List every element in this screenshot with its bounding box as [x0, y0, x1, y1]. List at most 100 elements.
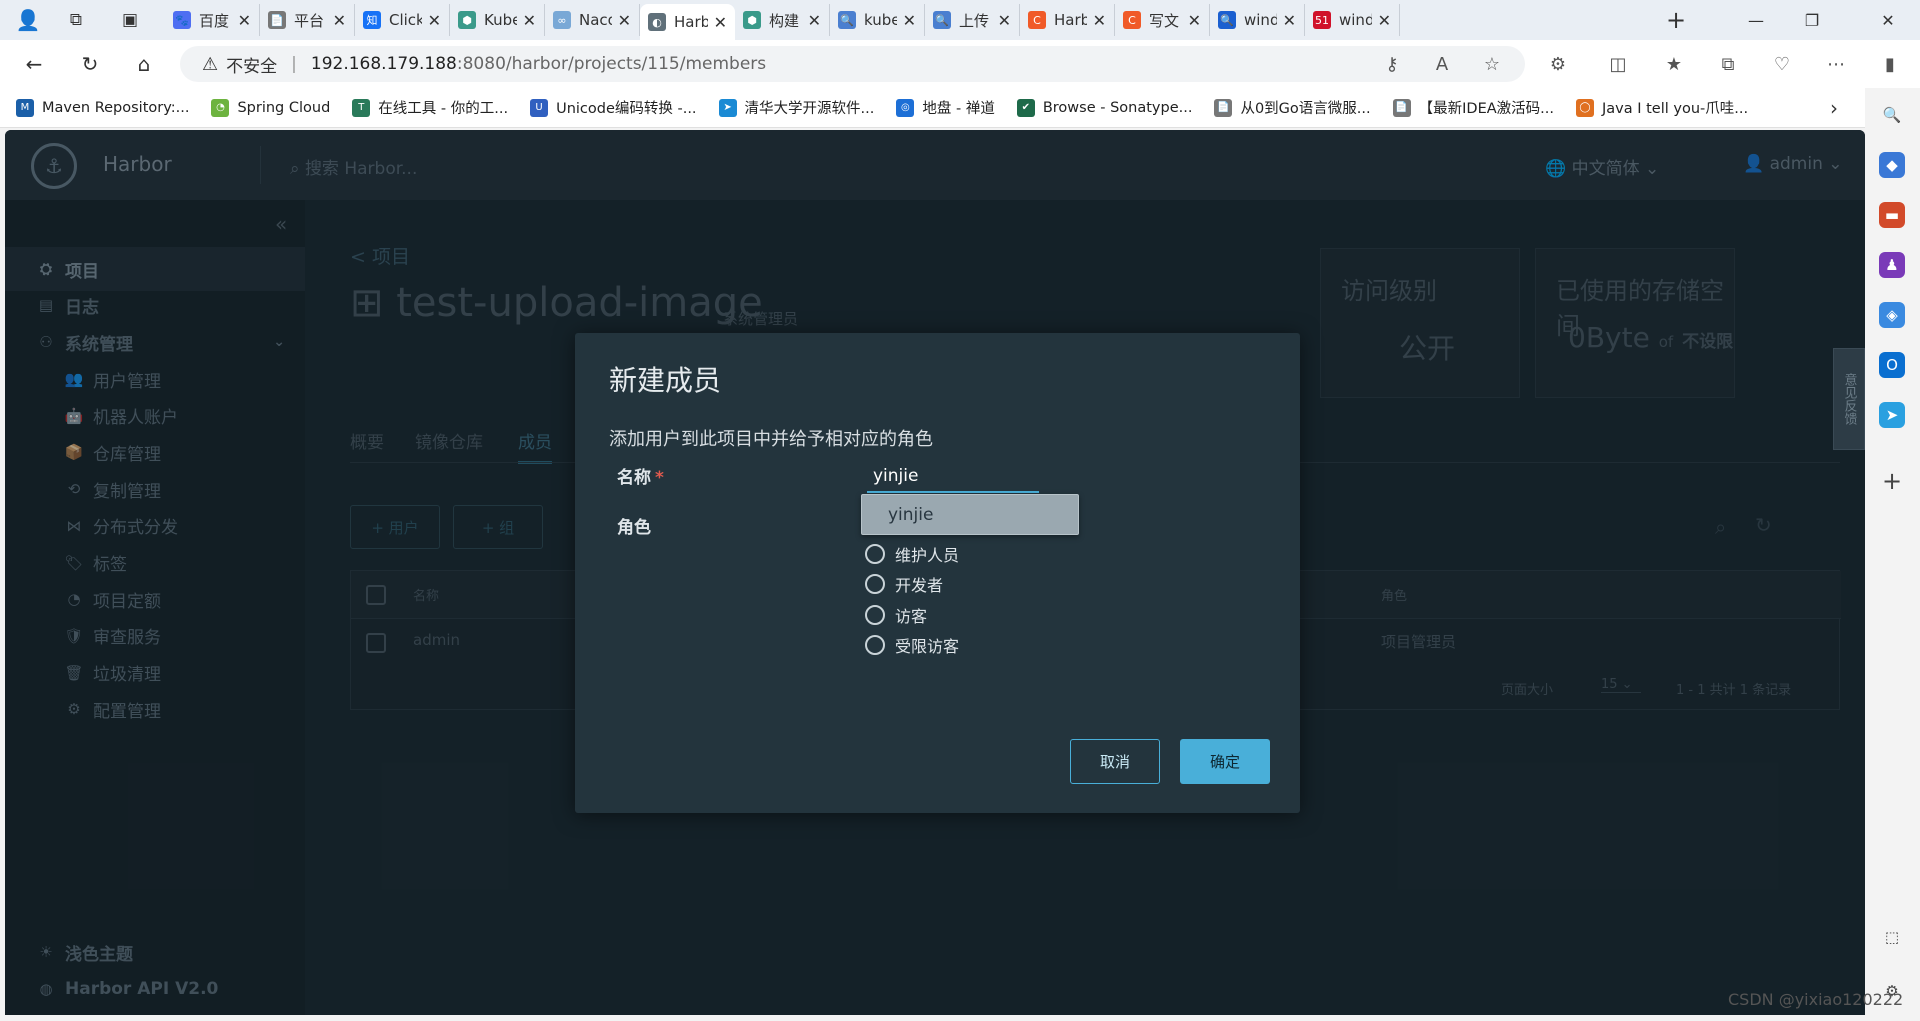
sidebar-toggle-icon[interactable]: ▮	[1872, 46, 1908, 82]
home-icon[interactable]: ⌂	[126, 48, 162, 80]
favorites-icon[interactable]: ★	[1656, 46, 1692, 82]
favorite-star-icon[interactable]: ☆	[1474, 46, 1510, 82]
role-radio[interactable]	[865, 604, 885, 625]
browser-tab[interactable]: 知 Click ✕	[355, 4, 450, 36]
search-icon[interactable]: 🔍	[1879, 102, 1905, 128]
restore-icon[interactable]: ❐	[1784, 0, 1840, 40]
role-option[interactable]: 开发者	[865, 572, 943, 596]
send-icon[interactable]: ➤	[1879, 402, 1905, 428]
browser-tab[interactable]: C Harb ✕	[1020, 4, 1115, 36]
outlook-icon[interactable]: O	[1879, 352, 1905, 378]
bookmark-item[interactable]: ➤ 清华大学开源软件...	[718, 97, 874, 118]
tab-title: 平台	[294, 11, 325, 30]
close-tab-icon[interactable]: ✕	[523, 11, 536, 30]
minimize-icon[interactable]: —	[1728, 0, 1784, 40]
required-mark: *	[655, 468, 664, 488]
feedback-tab[interactable]: 意见反馈	[1833, 348, 1865, 450]
role-radio[interactable]	[865, 635, 885, 655]
tab-favicon-icon: 📄	[268, 11, 286, 29]
performance-icon[interactable]: ♡	[1764, 46, 1800, 82]
bookmark-item[interactable]: T 在线工具 - 你的工...	[352, 97, 508, 118]
back-icon[interactable]: ←	[16, 48, 52, 80]
copilot-icon[interactable]: ◈	[1879, 302, 1905, 328]
url-bar[interactable]: ⚠ 不安全 | 192.168.179.188 :8080/harbor/pro…	[180, 46, 1525, 82]
member-name-input[interactable]	[867, 461, 1039, 493]
bookmark-item[interactable]: 📄 【最新IDEA激活码...	[1392, 97, 1554, 118]
bookmark-item[interactable]: ✔ Browse - Sonatype...	[1016, 98, 1192, 117]
close-tab-icon[interactable]: ✕	[1093, 11, 1106, 30]
add-sidebar-icon[interactable]: +	[1879, 467, 1905, 495]
close-tab-icon[interactable]: ✕	[808, 11, 821, 30]
confirm-button[interactable]: 确定	[1180, 739, 1270, 784]
close-tab-icon[interactable]: ✕	[714, 13, 727, 32]
tab-favicon-icon: ◐	[648, 13, 666, 31]
browser-tab[interactable]: ⬢ Kube ✕	[450, 4, 545, 36]
tab-title: 写文	[1149, 11, 1180, 30]
bookmarks-overflow-icon[interactable]: ›	[1816, 92, 1852, 124]
browser-tab[interactable]: 🔍 wind ✕	[1210, 4, 1305, 36]
close-tab-icon[interactable]: ✕	[333, 11, 346, 30]
browser-tab[interactable]: 🔍 kube ✕	[830, 4, 925, 36]
bookmark-icon: 📄	[1392, 98, 1411, 117]
bookmark-item[interactable]: U Unicode编码转换 -...	[530, 97, 697, 118]
role-radio[interactable]	[865, 574, 885, 594]
workspaces-icon[interactable]: ⧉	[58, 4, 94, 36]
new-tab-icon[interactable]: +	[1658, 4, 1694, 36]
close-tab-icon[interactable]: ✕	[1188, 11, 1201, 30]
tab-favicon-icon: ⬢	[743, 11, 761, 29]
bookmark-item[interactable]: 📄 从0到Go语言微服...	[1214, 97, 1371, 118]
dialog-description: 添加用户到此项目中并给予相对应的角色	[609, 429, 933, 450]
bookmark-item[interactable]: ◔ Spring Cloud	[211, 98, 330, 117]
browser-tab[interactable]: 📄 平台 ✕	[260, 4, 355, 36]
browser-tab[interactable]: ∞ Naco ✕	[545, 4, 640, 36]
browser-tab[interactable]: 🔍 上传 ✕	[925, 4, 1020, 36]
close-tab-icon[interactable]: ✕	[903, 11, 916, 30]
close-window-icon[interactable]: ✕	[1860, 0, 1916, 40]
shopping-icon[interactable]: ◆	[1879, 152, 1905, 178]
bookmark-label: 从0到Go语言微服...	[1240, 101, 1371, 117]
close-tab-icon[interactable]: ✕	[238, 11, 251, 30]
tab-actions-icon[interactable]: ▣	[112, 4, 148, 36]
role-option[interactable]: 访客	[865, 603, 927, 627]
browser-tab[interactable]: ◐ Harb ✕	[640, 4, 735, 40]
games-icon[interactable]: ♟	[1879, 252, 1905, 278]
bookmark-item[interactable]: ◎ 地盘 - 禅道	[896, 97, 995, 118]
tab-favicon-icon: ∞	[553, 11, 571, 29]
bookmark-icon: 📄	[1214, 98, 1233, 117]
browser-tab[interactable]: C 写文 ✕	[1115, 4, 1210, 36]
screenshot-icon[interactable]: ⬚	[1879, 924, 1905, 950]
read-aloud-icon[interactable]: A	[1424, 46, 1460, 82]
split-screen-icon[interactable]: ◫	[1600, 46, 1636, 82]
role-option[interactable]: 受限访客	[865, 633, 959, 657]
browser-tab[interactable]: 🐾 百度 ✕	[165, 4, 260, 36]
name-label-text: 名称	[617, 468, 651, 488]
role-radio[interactable]	[865, 543, 885, 564]
key-icon[interactable]: ⚷	[1374, 46, 1410, 82]
bookmark-item[interactable]: ◯ Java I tell you-爪哇...	[1575, 97, 1748, 118]
cancel-button[interactable]: 取消	[1070, 739, 1160, 784]
close-tab-icon[interactable]: ✕	[1378, 11, 1391, 30]
bookmark-item[interactable]: M Maven Repository:...	[16, 98, 189, 117]
browser-tab[interactable]: 51 wind ✕	[1305, 4, 1400, 36]
more-menu-icon[interactable]: ⋯	[1818, 46, 1854, 82]
close-tab-icon[interactable]: ✕	[998, 11, 1011, 30]
collections-icon[interactable]: ⧉	[1710, 46, 1746, 82]
close-tab-icon[interactable]: ✕	[1283, 11, 1296, 30]
role-option[interactable]: 维护人员	[865, 542, 959, 566]
harbor-app: ⚓ Harbor ⌕ 搜索 Harbor... 🌐 中文简体 ⌄ 👤 admin…	[5, 130, 1865, 1015]
close-tab-icon[interactable]: ✕	[428, 11, 441, 30]
refresh-icon[interactable]: ↻	[72, 48, 108, 80]
profile-icon[interactable]: 👤	[10, 4, 46, 36]
browser-tab-bar: 👤 ⧉ ▣ 🐾百度✕📄平台✕知Click✕⬢Kube✕∞Naco✕◐Harb✕⬢…	[0, 0, 1920, 40]
warning-icon: ⚠	[202, 53, 219, 75]
dialog-title: 新建成员	[609, 364, 722, 397]
tools-icon[interactable]: ▬	[1879, 202, 1905, 228]
role-label: 角色	[617, 518, 651, 538]
close-tab-icon[interactable]: ✕	[618, 11, 631, 30]
browser-tab[interactable]: ⬢ 构建 ✕	[735, 4, 830, 36]
user-suggestion-item[interactable]: yinjie	[861, 494, 1079, 535]
bookmark-icon: ◔	[211, 98, 230, 117]
extensions-icon[interactable]: ⚙	[1540, 46, 1576, 82]
role-label: 访客	[895, 606, 928, 626]
bookmark-label: 地盘 - 禅道	[922, 101, 995, 117]
